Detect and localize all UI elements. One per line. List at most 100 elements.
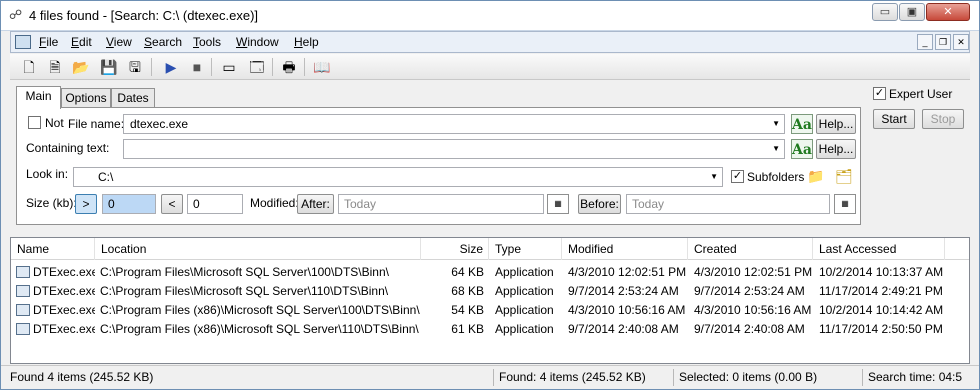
menu-help[interactable]: Help xyxy=(294,35,319,49)
file-name-value: dtexec.exe xyxy=(130,117,189,131)
file-name-combo[interactable]: dtexec.exe ▼ xyxy=(123,114,785,134)
title-bar: ☍ 4 files found - [Search: C:\ (dtexec.e… xyxy=(1,1,979,31)
start-button[interactable]: Start xyxy=(873,109,915,129)
menu-view[interactable]: View xyxy=(106,35,132,49)
multiple-folders-icon[interactable]: 🗂 xyxy=(833,166,855,186)
row-modified: 9/7/2014 2:53:24 AM xyxy=(568,284,679,298)
row-size: 54 KB xyxy=(451,303,484,317)
menu-file[interactable]: File xyxy=(39,35,58,49)
mdi-close-button[interactable]: ✕ xyxy=(953,34,969,50)
print-icon[interactable]: 🖶 xyxy=(278,57,300,77)
row-location: C:\Program Files (x86)\Microsoft SQL Ser… xyxy=(100,303,420,317)
document-window-icon[interactable] xyxy=(15,35,31,49)
open-icon[interactable]: 📂 xyxy=(70,57,92,77)
file-icon xyxy=(16,285,30,297)
toolbar-separator xyxy=(304,58,305,76)
row-accessed: 10/2/2014 10:13:37 AM xyxy=(819,265,944,279)
not-checkbox[interactable] xyxy=(28,116,41,129)
row-created: 4/3/2010 12:02:51 PM xyxy=(694,265,813,279)
before-button[interactable]: Before: xyxy=(578,194,621,214)
match-case-icon[interactable]: Aa xyxy=(791,139,813,159)
modified-label: Modified: xyxy=(250,196,299,210)
stop-icon[interactable]: ■ xyxy=(186,57,208,77)
toolbar-separator xyxy=(151,58,152,76)
chevron-down-icon[interactable]: ▼ xyxy=(772,140,780,158)
size-less-button[interactable]: < xyxy=(161,194,183,214)
menu-window[interactable]: Window xyxy=(236,35,279,49)
new-window-icon[interactable]: 🗎 xyxy=(44,57,66,77)
look-in-combo[interactable]: C:\ ▼ xyxy=(73,167,723,187)
row-type: Application xyxy=(495,322,554,336)
size-max-input[interactable]: 0 xyxy=(187,194,243,214)
column-name[interactable]: Name xyxy=(11,238,95,260)
column-location[interactable]: Location xyxy=(95,238,421,260)
browse-folder-icon[interactable]: 📁 xyxy=(805,166,827,186)
menu-tools[interactable]: Tools xyxy=(193,35,221,49)
mdi-restore-button[interactable]: ❐ xyxy=(935,34,951,50)
file-icon xyxy=(16,323,30,335)
column-created[interactable]: Created xyxy=(688,238,813,260)
column-type[interactable]: Type xyxy=(489,238,562,260)
save-as-icon[interactable]: 🖫 xyxy=(124,57,146,77)
after-date-input[interactable]: Today xyxy=(338,194,544,214)
tab-dates[interactable]: Dates xyxy=(111,88,155,108)
main-tab-page: Not File name: dtexec.exe ▼ Aa Help... C… xyxy=(16,107,861,225)
maximize-button[interactable]: ▣ xyxy=(899,3,925,21)
minimize-button[interactable]: ▭ xyxy=(872,3,898,21)
save-icon[interactable]: 💾 xyxy=(98,57,120,77)
window-title: 4 files found - [Search: C:\ (dtexec.exe… xyxy=(29,8,259,23)
size-min-input[interactable]: 0 xyxy=(102,194,156,214)
application-window: ☍ 4 files found - [Search: C:\ (dtexec.e… xyxy=(0,0,980,390)
column-size[interactable]: Size xyxy=(421,238,489,260)
help-book-icon[interactable]: 📖 xyxy=(311,57,333,77)
row-location: C:\Program Files (x86)\Microsoft SQL Ser… xyxy=(100,322,419,336)
file-name-help-button[interactable]: Help... xyxy=(816,114,856,134)
row-modified: 9/7/2014 2:40:08 AM xyxy=(568,322,679,336)
table-row[interactable]: DTExec.exe C:\Program Files (x86)\Micros… xyxy=(11,320,969,339)
expert-user-checkbox[interactable]: ✓ xyxy=(873,87,886,100)
row-accessed: 11/17/2014 2:50:50 PM xyxy=(819,322,943,336)
properties-icon[interactable]: 🗔 xyxy=(246,57,268,77)
start-icon[interactable]: ▶ xyxy=(160,57,182,77)
chevron-down-icon[interactable]: ▼ xyxy=(710,168,718,186)
menu-search[interactable]: Search xyxy=(144,35,182,49)
status-separator xyxy=(862,369,863,386)
expert-user-label: Expert User xyxy=(889,87,953,101)
row-type: Application xyxy=(495,303,554,317)
status-search-time: Search time: 04:5 xyxy=(868,370,963,384)
after-button[interactable]: After: xyxy=(297,194,334,214)
row-name: DTExec.exe xyxy=(33,284,95,298)
column-headers: Name Location Size Type Modified Created… xyxy=(11,238,969,260)
containing-text-help-button[interactable]: Help... xyxy=(816,139,856,159)
status-separator xyxy=(673,369,674,386)
table-row[interactable]: DTExec.exe C:\Program Files (x86)\Micros… xyxy=(11,301,969,320)
new-search-icon[interactable]: 🗋 xyxy=(18,57,40,77)
row-location: C:\Program Files\Microsoft SQL Server\10… xyxy=(100,265,389,279)
table-row[interactable]: DTExec.exe C:\Program Files\Microsoft SQ… xyxy=(11,263,969,282)
row-modified: 4/3/2010 12:02:51 PM xyxy=(568,265,687,279)
status-found-left: Found 4 items (245.52 KB) xyxy=(10,370,154,384)
close-button[interactable]: ✕ xyxy=(926,3,970,21)
chevron-down-icon[interactable]: ▼ xyxy=(772,115,780,133)
tab-main[interactable]: Main xyxy=(16,86,61,109)
window-icon[interactable]: ▭ xyxy=(218,57,240,77)
before-date-input[interactable]: Today xyxy=(626,194,830,214)
tab-options[interactable]: Options xyxy=(61,88,111,108)
calendar-icon[interactable]: ▦ xyxy=(834,194,856,214)
column-last-accessed[interactable]: Last Accessed xyxy=(813,238,945,260)
stop-button[interactable]: Stop xyxy=(922,109,964,129)
size-greater-button[interactable]: > xyxy=(75,194,97,214)
not-label: Not xyxy=(45,116,64,130)
toolbar: 🗋 🗎 📂 💾 🖫 ▶ ■ ▭ 🗔 🖶 📖 xyxy=(10,54,970,80)
table-row[interactable]: DTExec.exe C:\Program Files\Microsoft SQ… xyxy=(11,282,969,301)
row-modified: 4/3/2010 10:56:16 AM xyxy=(568,303,686,317)
menu-edit[interactable]: Edit xyxy=(71,35,92,49)
containing-text-combo[interactable]: ▼ xyxy=(123,139,785,159)
calendar-icon[interactable]: ▦ xyxy=(547,194,569,214)
match-case-icon[interactable]: Aa xyxy=(791,114,813,134)
status-found: Found: 4 items (245.52 KB) xyxy=(499,370,646,384)
status-separator xyxy=(493,369,494,386)
subfolders-checkbox[interactable]: ✓ xyxy=(731,170,744,183)
column-modified[interactable]: Modified xyxy=(562,238,688,260)
mdi-minimize-button[interactable]: _ xyxy=(917,34,933,50)
